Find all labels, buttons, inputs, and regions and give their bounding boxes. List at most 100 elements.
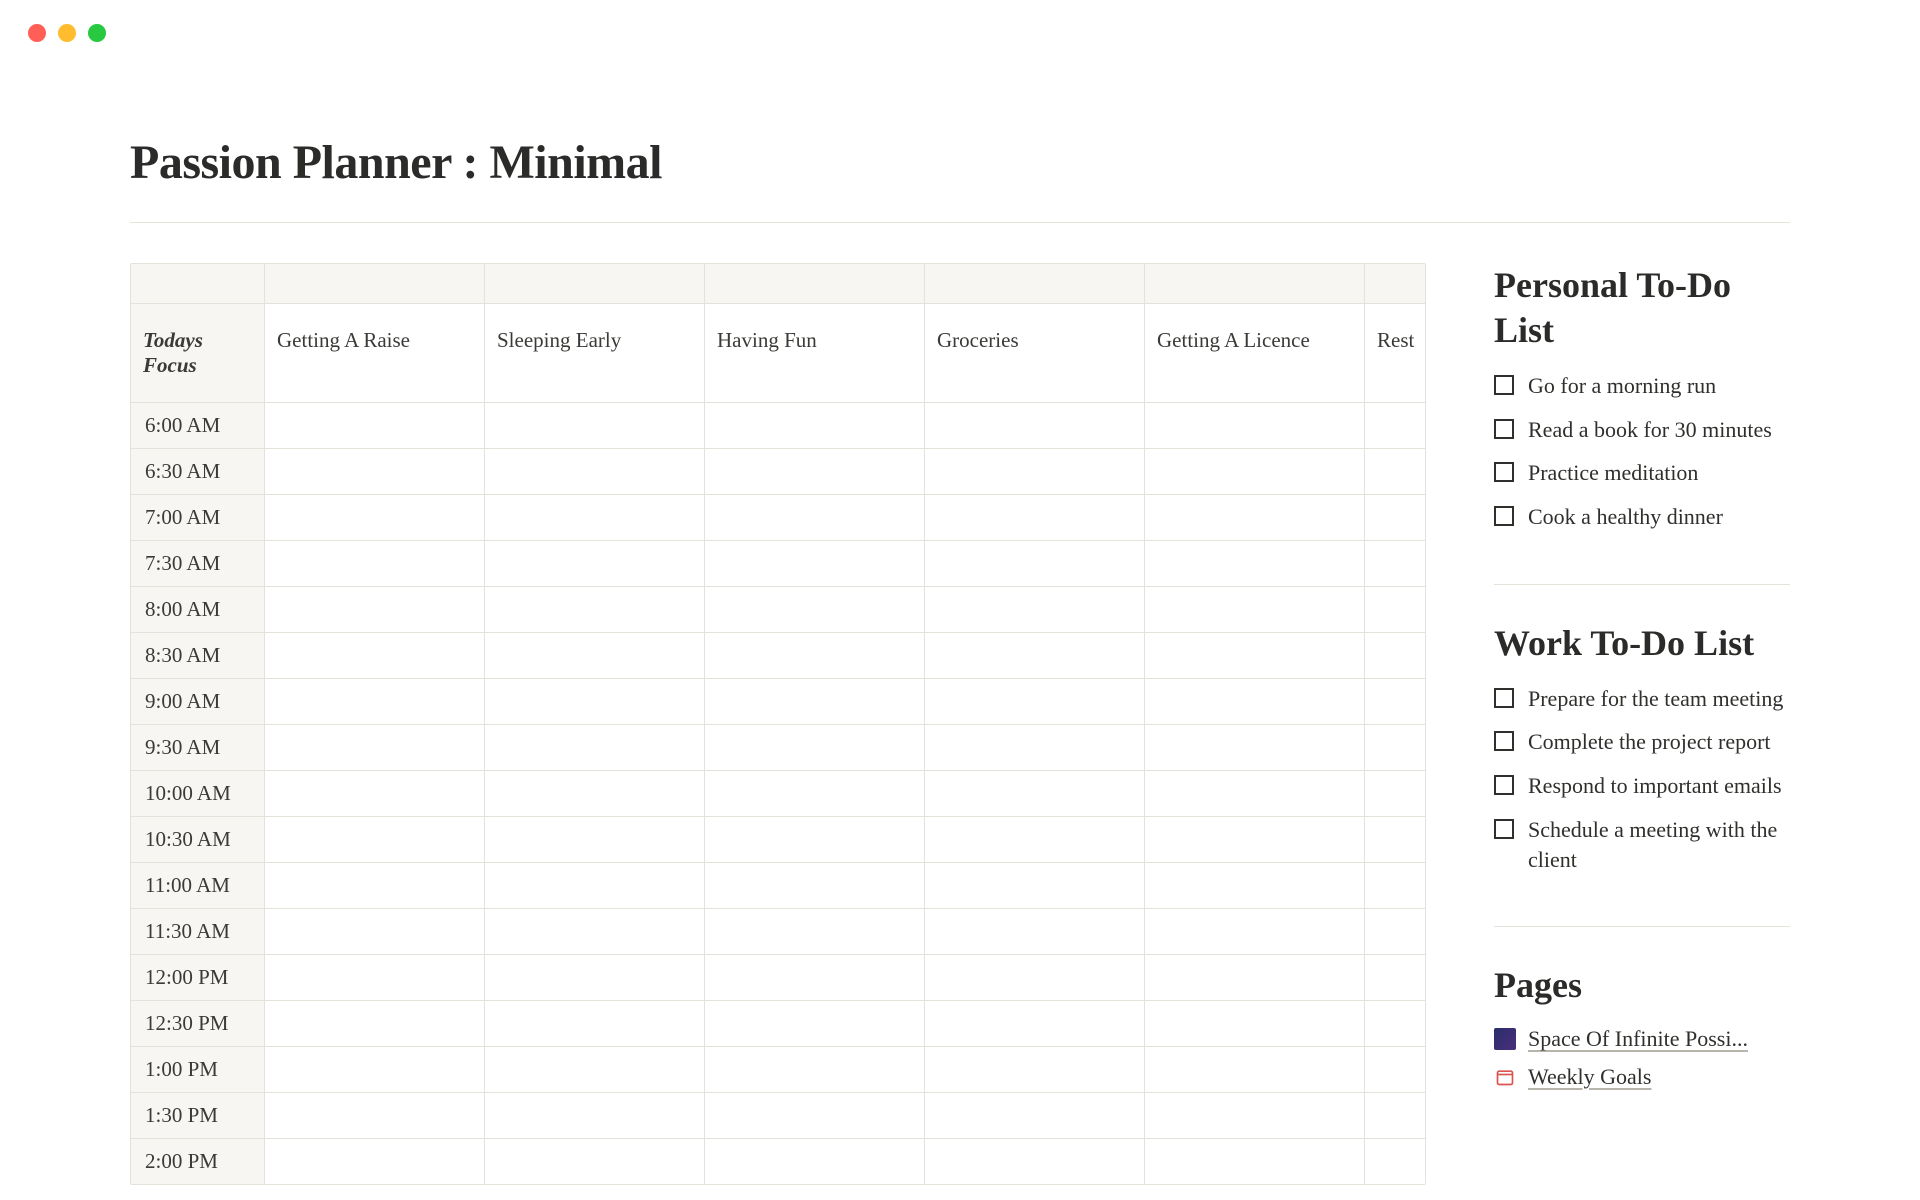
schedule-slot[interactable] (485, 955, 705, 1000)
schedule-slot[interactable] (485, 541, 705, 586)
schedule-slot[interactable] (705, 955, 925, 1000)
schedule-slot[interactable] (705, 725, 925, 770)
schedule-slot[interactable] (1365, 587, 1425, 632)
schedule-slot[interactable] (265, 403, 485, 448)
schedule-slot[interactable] (265, 495, 485, 540)
schedule-slot[interactable] (925, 1139, 1145, 1184)
checkbox[interactable] (1494, 506, 1514, 526)
schedule-slot[interactable] (265, 449, 485, 494)
checkbox[interactable] (1494, 819, 1514, 839)
fullscreen-window-button[interactable] (88, 24, 106, 42)
schedule-slot[interactable] (705, 1139, 925, 1184)
schedule-slot[interactable] (1145, 449, 1365, 494)
schedule-slot[interactable] (1365, 1093, 1425, 1138)
schedule-slot[interactable] (705, 771, 925, 816)
schedule-slot[interactable] (705, 909, 925, 954)
schedule-slot[interactable] (925, 771, 1145, 816)
schedule-slot[interactable] (1365, 725, 1425, 770)
schedule-slot[interactable] (925, 403, 1145, 448)
schedule-slot[interactable] (265, 1139, 485, 1184)
schedule-slot[interactable] (925, 725, 1145, 770)
schedule-slot[interactable] (1145, 817, 1365, 862)
checkbox[interactable] (1494, 688, 1514, 708)
schedule-slot[interactable] (265, 541, 485, 586)
schedule-slot[interactable] (1365, 817, 1425, 862)
column-header[interactable]: Getting A Licence (1145, 304, 1365, 402)
schedule-slot[interactable] (1145, 909, 1365, 954)
schedule-slot[interactable] (1365, 449, 1425, 494)
page-link[interactable]: Weekly Goals (1494, 1064, 1790, 1090)
schedule-slot[interactable] (1365, 909, 1425, 954)
close-window-button[interactable] (28, 24, 46, 42)
schedule-slot[interactable] (485, 771, 705, 816)
schedule-slot[interactable] (1145, 403, 1365, 448)
schedule-slot[interactable] (705, 449, 925, 494)
schedule-slot[interactable] (1145, 1139, 1365, 1184)
checkbox[interactable] (1494, 375, 1514, 395)
checkbox[interactable] (1494, 775, 1514, 795)
schedule-slot[interactable] (925, 863, 1145, 908)
schedule-slot[interactable] (265, 817, 485, 862)
schedule-slot[interactable] (1365, 955, 1425, 1000)
schedule-slot[interactable] (485, 909, 705, 954)
schedule-slot[interactable] (705, 1093, 925, 1138)
schedule-slot[interactable] (1365, 1047, 1425, 1092)
schedule-slot[interactable] (265, 1093, 485, 1138)
schedule-slot[interactable] (1145, 679, 1365, 724)
schedule-slot[interactable] (485, 1001, 705, 1046)
schedule-slot[interactable] (705, 495, 925, 540)
schedule-slot[interactable] (705, 541, 925, 586)
column-header[interactable]: Getting A Raise (265, 304, 485, 402)
schedule-slot[interactable] (1365, 1001, 1425, 1046)
schedule-slot[interactable] (1145, 633, 1365, 678)
schedule-slot[interactable] (1145, 955, 1365, 1000)
column-header[interactable]: Having Fun (705, 304, 925, 402)
schedule-slot[interactable] (1145, 725, 1365, 770)
schedule-slot[interactable] (705, 1001, 925, 1046)
schedule-slot[interactable] (485, 633, 705, 678)
schedule-slot[interactable] (485, 725, 705, 770)
schedule-slot[interactable] (1365, 863, 1425, 908)
checkbox[interactable] (1494, 731, 1514, 751)
schedule-slot[interactable] (925, 587, 1145, 632)
schedule-slot[interactable] (1145, 587, 1365, 632)
schedule-slot[interactable] (1145, 771, 1365, 816)
schedule-slot[interactable] (925, 817, 1145, 862)
schedule-slot[interactable] (1145, 495, 1365, 540)
schedule-slot[interactable] (705, 633, 925, 678)
schedule-slot[interactable] (1365, 771, 1425, 816)
schedule-slot[interactable] (925, 1047, 1145, 1092)
schedule-slot[interactable] (925, 495, 1145, 540)
schedule-slot[interactable] (705, 817, 925, 862)
schedule-slot[interactable] (265, 771, 485, 816)
schedule-slot[interactable] (265, 725, 485, 770)
schedule-slot[interactable] (485, 1047, 705, 1092)
schedule-slot[interactable] (265, 587, 485, 632)
schedule-slot[interactable] (925, 909, 1145, 954)
schedule-slot[interactable] (925, 633, 1145, 678)
schedule-slot[interactable] (925, 541, 1145, 586)
schedule-slot[interactable] (1365, 633, 1425, 678)
schedule-slot[interactable] (485, 863, 705, 908)
minimize-window-button[interactable] (58, 24, 76, 42)
schedule-slot[interactable] (485, 1093, 705, 1138)
page-link[interactable]: Space Of Infinite Possi... (1494, 1026, 1790, 1052)
schedule-slot[interactable] (925, 449, 1145, 494)
schedule-slot[interactable] (265, 1001, 485, 1046)
schedule-slot[interactable] (1365, 495, 1425, 540)
schedule-slot[interactable] (265, 909, 485, 954)
schedule-slot[interactable] (485, 449, 705, 494)
schedule-slot[interactable] (705, 403, 925, 448)
column-header[interactable]: Sleeping Early (485, 304, 705, 402)
schedule-slot[interactable] (925, 1093, 1145, 1138)
column-header[interactable]: Rest (1365, 304, 1425, 402)
schedule-slot[interactable] (1145, 541, 1365, 586)
schedule-slot[interactable] (485, 817, 705, 862)
schedule-slot[interactable] (925, 955, 1145, 1000)
schedule-slot[interactable] (705, 679, 925, 724)
schedule-slot[interactable] (265, 1047, 485, 1092)
schedule-slot[interactable] (1365, 541, 1425, 586)
schedule-slot[interactable] (265, 863, 485, 908)
schedule-slot[interactable] (925, 1001, 1145, 1046)
schedule-slot[interactable] (265, 955, 485, 1000)
